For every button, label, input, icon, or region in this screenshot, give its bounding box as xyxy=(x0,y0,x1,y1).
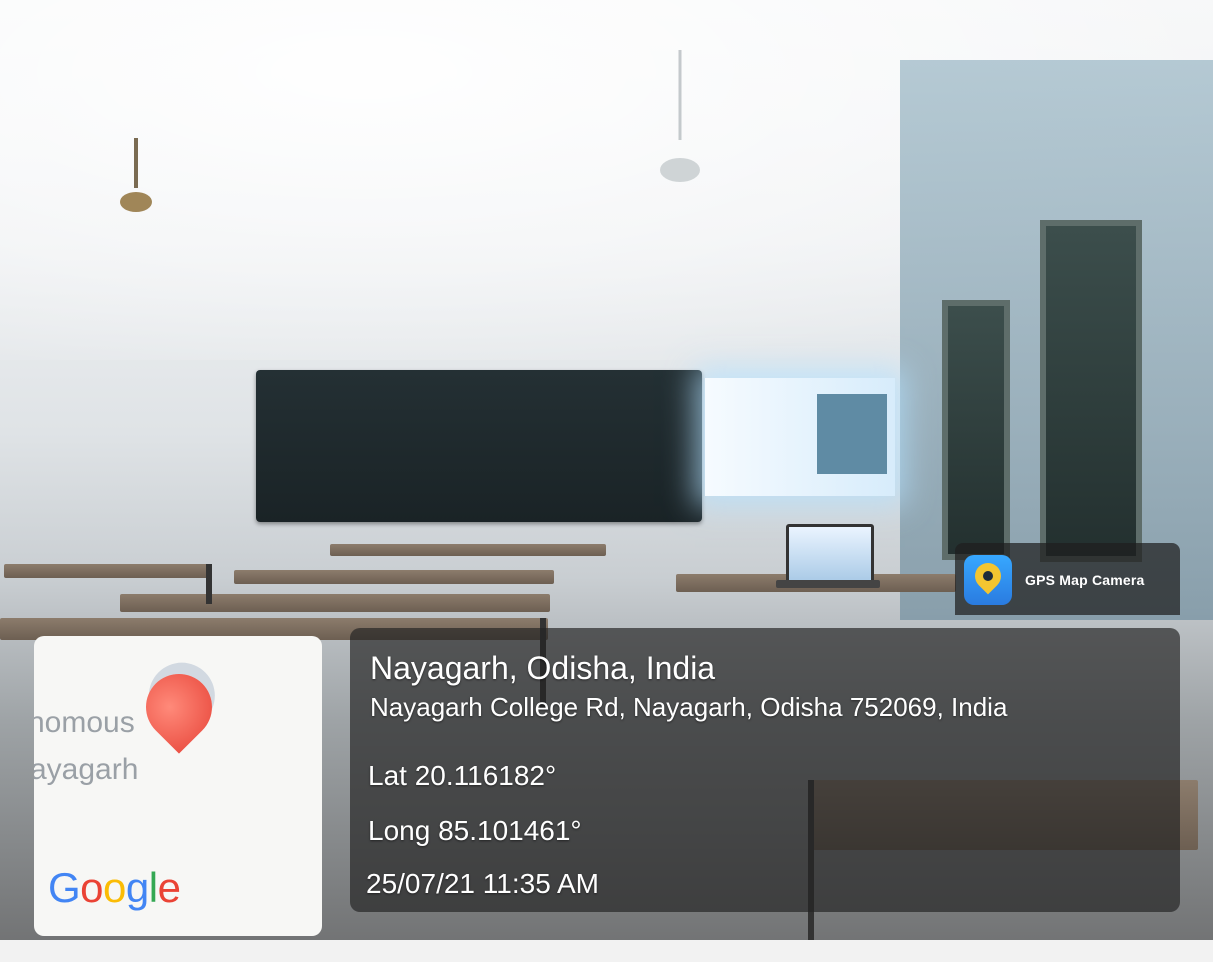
desk xyxy=(234,570,554,584)
door-left xyxy=(942,300,1010,560)
desk xyxy=(120,594,550,612)
gps-map-camera-icon xyxy=(964,555,1012,605)
camera-lens-icon xyxy=(983,571,993,581)
google-letter: G xyxy=(48,864,81,911)
gps-map-camera-brand: GPS Map Camera xyxy=(955,543,1180,615)
map-pin-icon xyxy=(132,660,226,754)
desk xyxy=(4,564,208,578)
city-line: Nayagarh, Odisha, India xyxy=(370,650,716,686)
datetime-line: 25/07/21 11:35 AM xyxy=(366,868,599,899)
photo-bottom-border xyxy=(0,940,1213,962)
door-right xyxy=(1040,220,1142,562)
laptop-base xyxy=(776,580,880,588)
google-logo: Google xyxy=(48,864,181,912)
desk xyxy=(330,544,606,556)
google-letter: o xyxy=(103,864,126,911)
longitude-line: Long 85.101461° xyxy=(368,815,582,846)
google-letter: l xyxy=(148,864,158,911)
map-thumbnail: nomous ayagarh Google xyxy=(34,636,322,936)
ceiling-fan-left xyxy=(120,138,152,212)
address-line: Nayagarh College Rd, Nayagarh, Odisha 75… xyxy=(370,692,1008,722)
blackboard xyxy=(256,370,702,522)
laptop xyxy=(786,524,874,586)
projector-screen xyxy=(705,378,895,496)
desk-leg xyxy=(206,564,212,604)
map-label-line2: ayagarh xyxy=(34,753,139,786)
google-letter: g xyxy=(125,864,149,911)
google-letter: e xyxy=(157,864,181,911)
google-letter: o xyxy=(80,864,104,911)
brand-label: GPS Map Camera xyxy=(1025,572,1145,588)
map-label-line1: nomous xyxy=(34,706,135,739)
projected-image xyxy=(817,394,887,474)
latitude-line: Lat 20.116182° xyxy=(368,760,557,791)
ceiling-fan-center xyxy=(660,50,700,182)
